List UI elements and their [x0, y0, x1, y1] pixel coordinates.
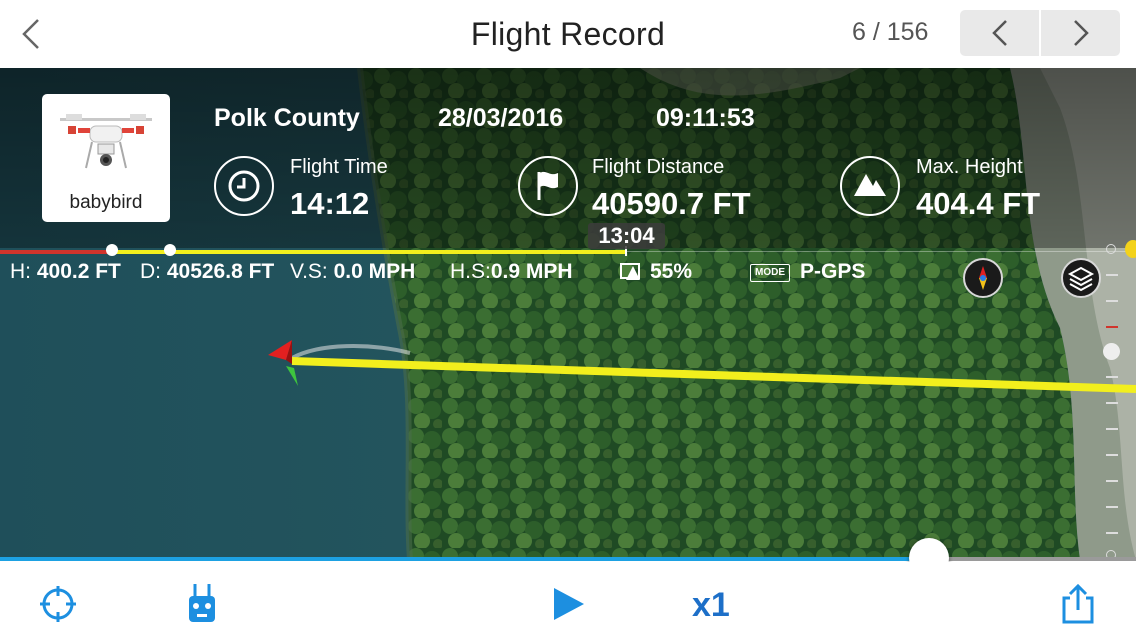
- timeline-segment-red: [0, 250, 112, 254]
- chevron-left-icon: [991, 20, 1007, 46]
- flight-distance-value: 40590.7 FT: [592, 186, 751, 221]
- playback-progress-fill: [0, 557, 929, 561]
- chevron-right-icon: [1073, 20, 1089, 46]
- ruler-tick: [1106, 454, 1118, 456]
- next-record-button[interactable]: [1039, 10, 1120, 56]
- play-button[interactable]: [552, 586, 586, 627]
- horizontal-speed-readout: H.S:0.9 MPH: [450, 260, 573, 283]
- ruler-altitude-thumb[interactable]: [1103, 343, 1120, 360]
- share-button[interactable]: [1058, 582, 1098, 631]
- aircraft-marker-icon: [268, 340, 298, 386]
- flight-time-value: 14:12: [290, 186, 370, 221]
- ruler-top-marker: [1106, 244, 1116, 254]
- home-point-icon: [1125, 240, 1136, 258]
- timeline-remaining: [626, 251, 1136, 252]
- flight-map[interactable]: babybird Polk County 28/03/2016 09:11:53…: [0, 68, 1136, 560]
- ruler-tick: [1106, 506, 1118, 508]
- drone-icon: [60, 114, 152, 169]
- date-label: 28/03/2016: [438, 104, 564, 132]
- share-icon: [1062, 583, 1094, 624]
- ruler-tick: [1106, 428, 1118, 430]
- previous-record-button[interactable]: [960, 10, 1039, 56]
- playback-speed-button[interactable]: x1: [692, 586, 730, 625]
- ruler-tick: [1106, 300, 1118, 302]
- ruler-tick: [1106, 402, 1118, 404]
- flight-distance-label: Flight Distance: [592, 156, 725, 178]
- timeline-segment-yellow-b: [136, 250, 626, 254]
- play-icon: [554, 588, 584, 620]
- flight-time-label: Flight Time: [290, 156, 388, 178]
- location-label: Polk County: [214, 104, 360, 132]
- layers-icon: [1067, 266, 1095, 292]
- mountain-icon: [840, 156, 900, 216]
- flag-icon: [518, 156, 578, 216]
- map-layers-button[interactable]: [1061, 258, 1101, 298]
- flight-mode-readout: P-GPS: [800, 260, 866, 283]
- compass-button[interactable]: [963, 258, 1003, 298]
- ruler-tick: [1106, 376, 1118, 378]
- max-height-label: Max. Height: [916, 156, 1023, 178]
- distance-readout: D: 40526.8 FT: [140, 260, 275, 283]
- crosshair-icon: [40, 586, 76, 622]
- vertical-speed-readout: V.S: 0.0 MPH: [290, 260, 416, 283]
- timeline-marker-start[interactable]: [106, 244, 118, 256]
- time-label: 09:11:53: [656, 104, 755, 132]
- ruler-tick: [1106, 274, 1118, 276]
- record-nav: [960, 10, 1120, 56]
- ruler-tick-limit: [1106, 326, 1118, 328]
- remote-controller-icon: [189, 584, 215, 622]
- clock-icon: [214, 156, 274, 216]
- battery-readout: 55%: [650, 260, 693, 283]
- mode-badge: MODE: [750, 264, 790, 282]
- aircraft-name: babybird: [69, 192, 143, 213]
- record-counter: 6 / 156: [852, 18, 929, 46]
- battery-icon: [620, 263, 640, 280]
- aircraft-card: babybird: [42, 94, 170, 222]
- flight-info-panel: babybird Polk County 28/03/2016 09:11:53…: [0, 68, 1136, 256]
- ruler-tick: [1106, 532, 1118, 534]
- ruler-tick: [1106, 480, 1118, 482]
- playback-timestamp: 13:04: [588, 223, 665, 249]
- remote-controller-button[interactable]: [186, 582, 218, 631]
- height-readout: H: 400.2 FT: [10, 260, 121, 283]
- compass-icon: [979, 266, 987, 290]
- max-height-value: 404.4 FT: [916, 186, 1041, 221]
- header-bar: Flight Record 6 / 156: [0, 0, 1136, 68]
- recenter-button[interactable]: [38, 584, 78, 629]
- timeline-marker-end[interactable]: [164, 244, 176, 256]
